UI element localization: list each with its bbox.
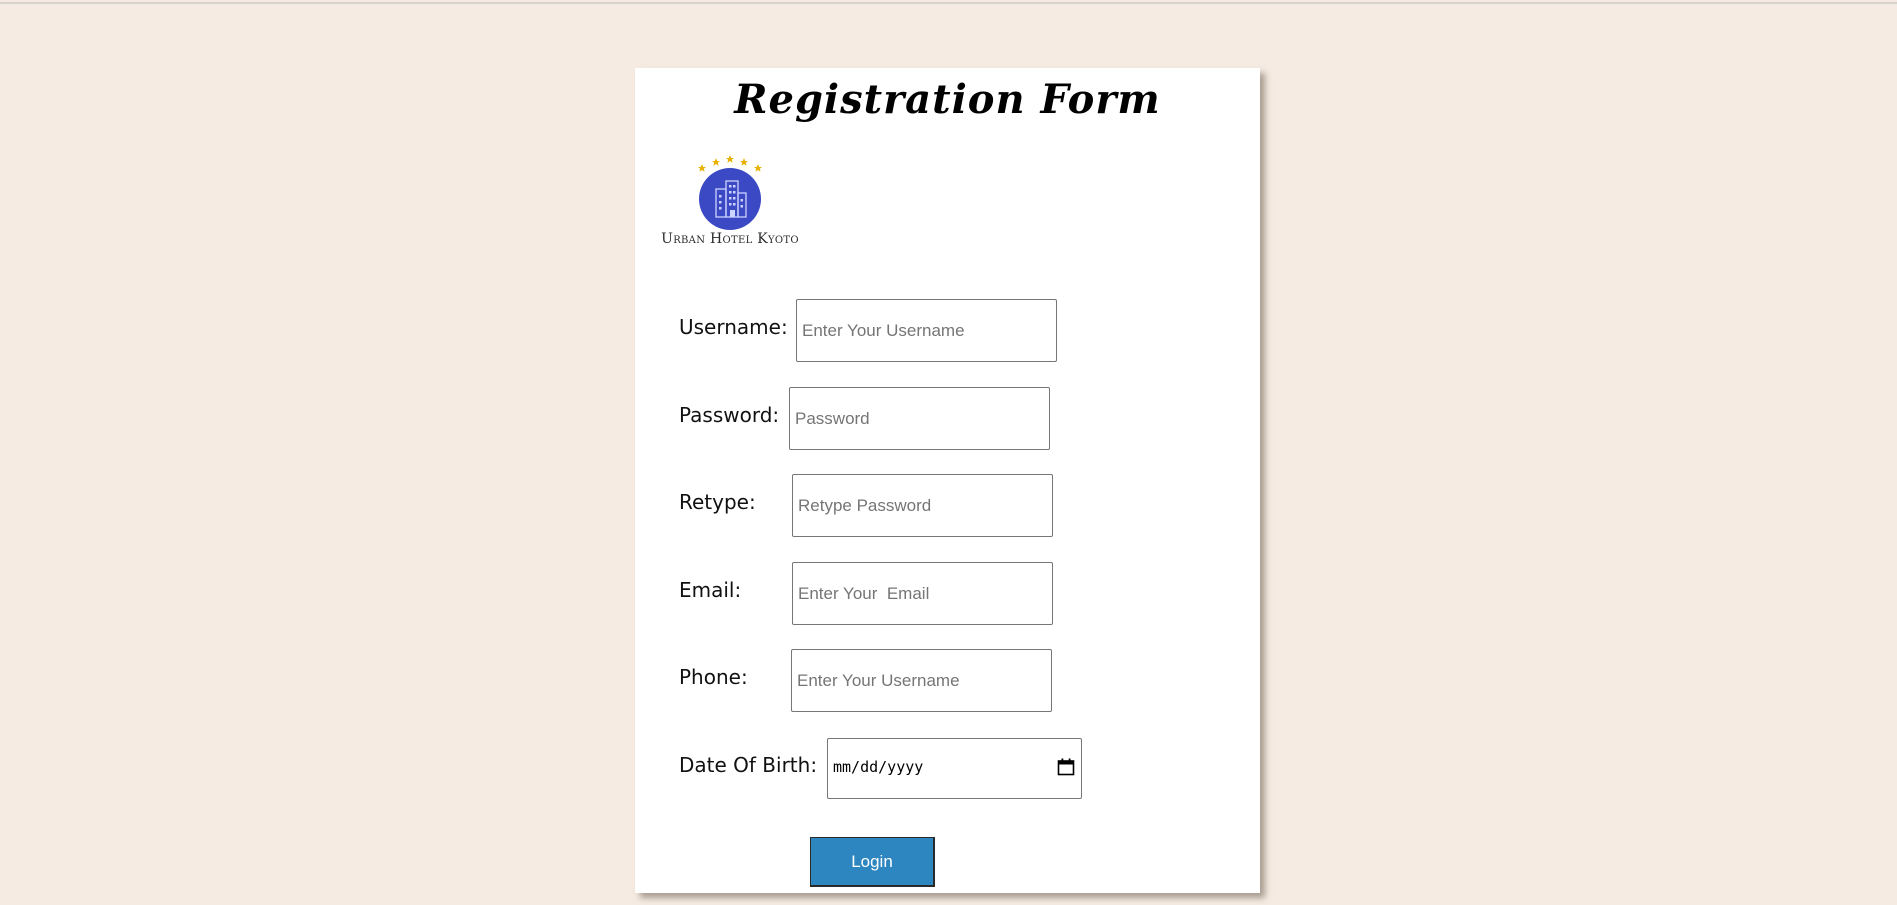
email-label: Email: [679, 578, 742, 602]
username-input[interactable] [796, 299, 1057, 362]
password-label: Password: [679, 403, 780, 427]
hotel-logo: Urban Hotel Kyoto [640, 153, 820, 248]
registration-card: Registration Form Urban Hotel Kyoto User… [635, 68, 1260, 893]
hotel-building-icon [698, 155, 762, 230]
phone-label: Phone: [679, 665, 748, 689]
login-button[interactable]: Login [810, 837, 935, 887]
dob-label: Date Of Birth: [679, 753, 818, 777]
hotel-name: Urban Hotel Kyoto [661, 231, 799, 247]
username-label: Username: [679, 315, 788, 339]
date-of-birth-input[interactable]: mm/dd/yyyy [827, 738, 1082, 799]
phone-input[interactable] [791, 649, 1052, 712]
retype-password-input[interactable] [792, 474, 1053, 537]
page-title: Registration Form [734, 76, 1161, 123]
top-divider [0, 2, 1897, 4]
retype-label: Retype: [679, 490, 756, 514]
email-input[interactable] [792, 562, 1053, 625]
calendar-icon[interactable] [1057, 758, 1075, 776]
password-input[interactable] [789, 387, 1050, 450]
date-placeholder: mm/dd/yyyy [833, 758, 924, 776]
